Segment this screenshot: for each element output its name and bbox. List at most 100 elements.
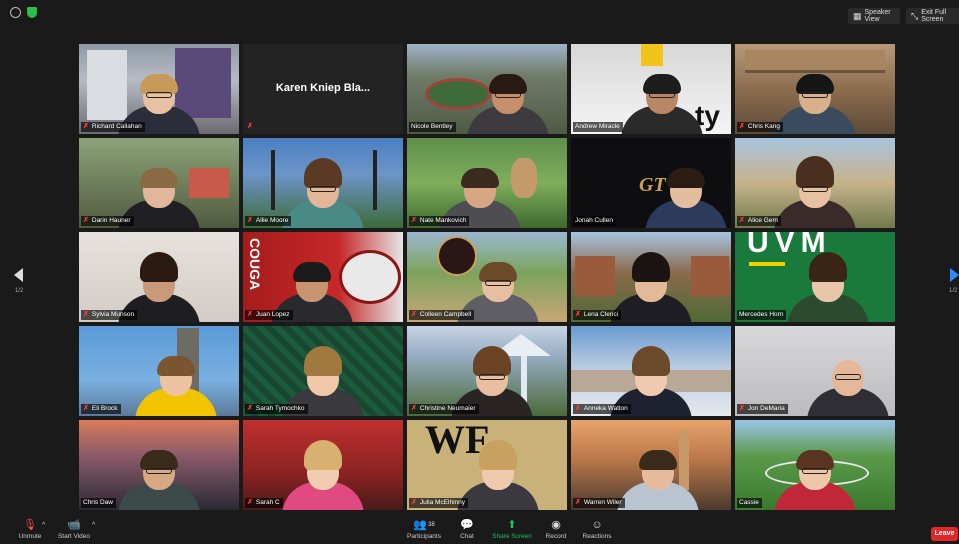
muted-mic-icon: ✗ bbox=[247, 311, 253, 318]
unmute-button[interactable]: 🎙 Unmute bbox=[8, 518, 52, 541]
muted-mic-icon: ✗ bbox=[83, 123, 89, 130]
participant-name-tag: ✗ Sylvia Munson bbox=[81, 310, 138, 320]
participants-label: Participants bbox=[407, 533, 441, 540]
video-tile[interactable]: ✗ Allie Moore bbox=[243, 138, 403, 228]
participant-name-tag: ✗ Chris Kang bbox=[737, 122, 784, 132]
video-tile[interactable]: UVM Mercedes Horn bbox=[735, 232, 895, 322]
leave-button[interactable]: Leave bbox=[931, 527, 958, 541]
video-tile[interactable]: ✗ Chris Kang bbox=[735, 44, 895, 134]
participant-count: 38 bbox=[428, 522, 435, 528]
participant-name: Mercedes Horn bbox=[739, 311, 784, 318]
top-bar: ▦ Speaker View ⤡ Exit Full Screen bbox=[0, 0, 959, 24]
muted-mic-icon: ✗ bbox=[575, 499, 581, 506]
participant-name-tag: ✗ Jon DeMaria bbox=[737, 404, 788, 414]
participant-figure bbox=[135, 356, 217, 416]
participant-figure bbox=[467, 74, 549, 134]
speaker-view-button[interactable]: ▦ Speaker View bbox=[848, 8, 900, 24]
video-tile-active-speaker[interactable]: ty Andrew Miracle bbox=[571, 44, 731, 134]
participant-name-tag: ✗ Darin Hauner bbox=[81, 216, 134, 226]
shield-icon[interactable] bbox=[27, 7, 37, 18]
reactions-icon: ☺ bbox=[591, 519, 603, 531]
participant-name-tag: ✗ Nate Mankovich bbox=[409, 216, 470, 226]
building-backdrop bbox=[691, 256, 729, 296]
info-icon[interactable] bbox=[10, 7, 21, 18]
muted-mic-icon: ✗ bbox=[411, 311, 417, 318]
participant-name: Juan Lopez bbox=[255, 311, 290, 318]
participant-name-tag: Jonah Cullen bbox=[573, 216, 616, 226]
participant-name: Richard Callahan bbox=[91, 123, 142, 130]
participant-name-tag: ✗ Anneka Walton bbox=[573, 404, 631, 414]
participant-name: Anneka Walton bbox=[583, 405, 628, 412]
video-tile[interactable]: WF ✗ Julia McElhinny bbox=[407, 420, 567, 510]
video-tile[interactable]: Nicole Bentley bbox=[407, 44, 567, 134]
video-tile[interactable]: Cassie bbox=[735, 420, 895, 510]
muted-mic-icon: ✗ bbox=[247, 405, 253, 412]
video-tile[interactable]: ✗ Eli Brock bbox=[79, 326, 239, 416]
participant-name-tag: Cassie bbox=[737, 498, 762, 508]
participant-name: Nicole Bentley bbox=[411, 123, 453, 130]
video-tile[interactable]: Chris Daw bbox=[79, 420, 239, 510]
muted-mic-icon: ✗ bbox=[411, 499, 417, 506]
video-tile[interactable]: ✗ Sylvia Munson bbox=[79, 232, 239, 322]
muted-mic-icon: ✗ bbox=[83, 217, 89, 224]
video-tile[interactable]: ✗ Darin Hauner bbox=[79, 138, 239, 228]
share-screen-button[interactable]: ⬆ Share Screen bbox=[490, 518, 534, 541]
video-tile[interactable]: ✗ Sarah Tymochko bbox=[243, 326, 403, 416]
unmute-label: Unmute bbox=[18, 533, 42, 540]
chat-button[interactable]: 💬 Chat bbox=[445, 518, 489, 541]
participant-name: Allie Moore bbox=[255, 217, 289, 224]
video-tile[interactable]: ✗ Alice Gem bbox=[735, 138, 895, 228]
participant-name: Jon DeMaria bbox=[747, 405, 785, 412]
participant-name: Warren Wiler bbox=[583, 499, 622, 506]
speaker-view-icon: ▦ bbox=[853, 10, 862, 21]
participant-figure bbox=[774, 74, 856, 134]
video-tile[interactable]: ✗ Lena Clerici bbox=[571, 232, 731, 322]
muted-mic-icon: ✗ bbox=[83, 405, 89, 412]
muted-mic-icon: ✗ bbox=[739, 217, 745, 224]
participant-name: Colleen Campbell bbox=[419, 311, 472, 318]
participant-figure bbox=[621, 74, 703, 134]
reactions-button[interactable]: ☺ Reactions bbox=[575, 518, 619, 541]
video-tile[interactable]: ✗ Anneka Walton bbox=[571, 326, 731, 416]
participant-name: Darin Hauner bbox=[91, 217, 131, 224]
previous-page-arrow-icon[interactable] bbox=[14, 268, 23, 282]
participant-name: Christine Neumaier bbox=[419, 405, 476, 412]
share-screen-icon: ⬆ bbox=[507, 519, 517, 531]
video-off-icon: 📹 bbox=[67, 519, 81, 531]
logo-backdrop bbox=[641, 44, 663, 66]
participant-name-tag: ✗ Christine Neumaier bbox=[409, 404, 479, 414]
next-page-arrow-icon[interactable] bbox=[950, 268, 959, 282]
participant-name-tag: ✗ Sarah C bbox=[245, 498, 283, 508]
logo-stripe bbox=[749, 262, 785, 266]
participant-name-tag: ✗ Colleen Campbell bbox=[409, 310, 475, 320]
participant-name: Chris Daw bbox=[83, 499, 113, 506]
video-tile[interactable]: Karen Kniep Bla... ✗ bbox=[243, 44, 403, 134]
muted-mic-icon: ✗ bbox=[739, 123, 745, 130]
video-tile[interactable]: GT Jonah Cullen bbox=[571, 138, 731, 228]
muted-mic-icon: ✗ bbox=[739, 405, 745, 412]
participant-name-tag: ✗ Allie Moore bbox=[245, 216, 292, 226]
video-options-chevron-up-icon[interactable]: ^ bbox=[92, 522, 95, 529]
video-tile[interactable]: ✗ Sarah C bbox=[243, 420, 403, 510]
participant-name-tag: Mercedes Horn bbox=[737, 310, 787, 320]
video-tile[interactable]: ✗ Jon DeMaria bbox=[735, 326, 895, 416]
record-button[interactable]: ◉ Record bbox=[534, 518, 578, 541]
video-tile[interactable]: COUGA ✗ Juan Lopez bbox=[243, 232, 403, 322]
exit-full-screen-button[interactable]: ⤡ Exit Full Screen bbox=[906, 8, 959, 24]
muted-mic-icon: ✗ bbox=[83, 311, 89, 318]
participants-button[interactable]: 👥38 Participants bbox=[402, 518, 446, 541]
video-tile[interactable]: ✗ Colleen Campbell bbox=[407, 232, 567, 322]
video-tile[interactable]: ✗ Nate Mankovich bbox=[407, 138, 567, 228]
participant-name: Eli Brock bbox=[91, 405, 118, 412]
participant-figure bbox=[282, 158, 364, 228]
video-tile[interactable]: ✗ Christine Neumaier bbox=[407, 326, 567, 416]
video-tile[interactable]: ✗ Warren Wiler bbox=[571, 420, 731, 510]
participant-name-tag: ✗ Julia McElhinny bbox=[409, 498, 469, 508]
video-tile[interactable]: ✗ Richard Callahan bbox=[79, 44, 239, 134]
audio-options-chevron-up-icon[interactable]: ^ bbox=[42, 522, 45, 529]
participant-name: Julia McElhinny bbox=[419, 499, 466, 506]
participant-figure bbox=[282, 440, 364, 510]
share-screen-label: Share Screen bbox=[492, 533, 532, 540]
participant-name-tag: ✗ Eli Brock bbox=[81, 404, 121, 414]
start-video-button[interactable]: 📹 Start Video bbox=[52, 518, 96, 541]
